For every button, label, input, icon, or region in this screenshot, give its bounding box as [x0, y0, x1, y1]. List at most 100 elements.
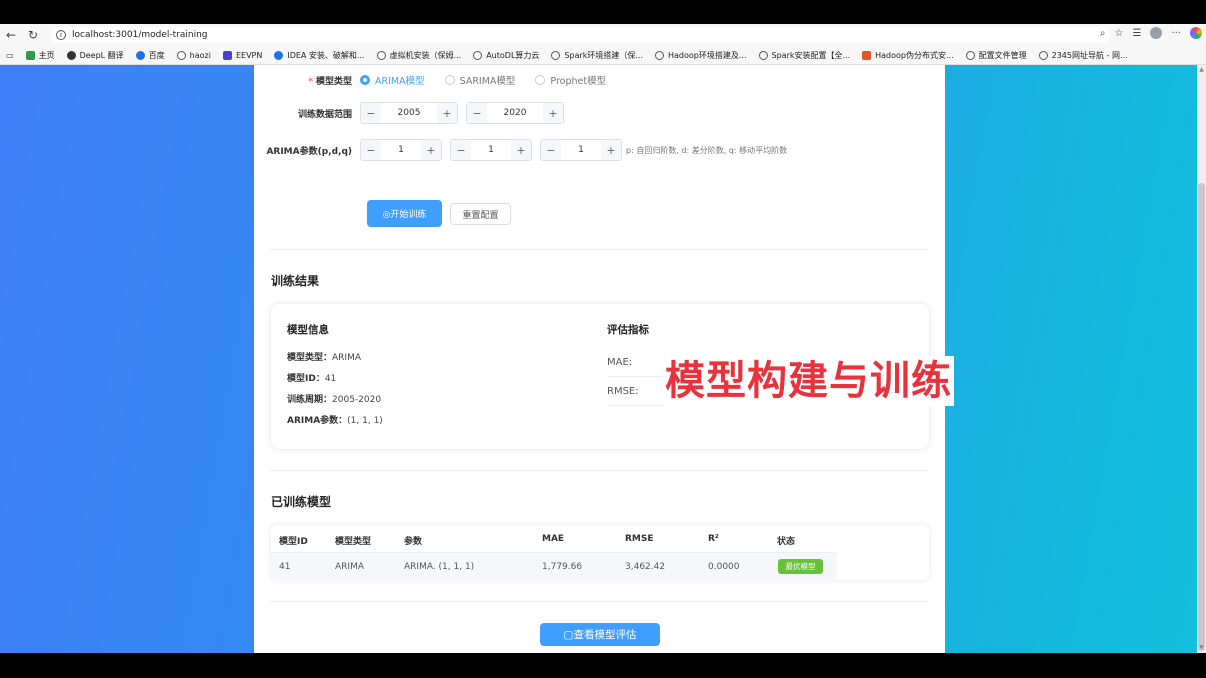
- bookmark-item[interactable]: Spark安装配置【全...: [758, 50, 850, 61]
- radio-arima[interactable]: ARIMA模型: [360, 73, 425, 87]
- start-training-button[interactable]: ◎开始训练: [367, 200, 442, 227]
- cell-rmse: 3,462.42: [625, 562, 666, 572]
- copilot-icon[interactable]: [1190, 27, 1202, 39]
- col-header: MAE: [542, 534, 565, 544]
- metric-mae-label: MAE:: [607, 357, 633, 368]
- bookmark-item[interactable]: Hadoop环境搭建及...: [655, 50, 747, 61]
- col-header: 模型类型: [335, 537, 372, 547]
- browser-toolbar-icons: ⌕ ☆ ☰ ···: [1100, 27, 1202, 39]
- cell-mae: 1,779.66: [542, 562, 583, 572]
- plus-icon[interactable]: +: [511, 140, 531, 160]
- star-icon[interactable]: ☆: [1115, 28, 1124, 39]
- params-label: ARIMA参数(p,d,q): [266, 146, 352, 157]
- range-end-value[interactable]: 2020: [487, 108, 543, 118]
- bookmark-item[interactable]: 百度: [135, 50, 165, 61]
- scroll-up-icon[interactable]: ▲: [1198, 67, 1205, 73]
- radio-dot: [535, 75, 546, 85]
- bookmark-item[interactable]: AutoDL算力云: [473, 50, 539, 61]
- plus-icon[interactable]: +: [601, 140, 621, 160]
- bookmarks-bar: ▭ 主页 DeepL 翻译 百度 haozi EEVPN IDEA 安装、破解和…: [0, 46, 1206, 65]
- refresh-icon[interactable]: ↻: [22, 24, 44, 46]
- col-header: R²: [708, 534, 719, 544]
- url-text: localhost:3001/model-training: [72, 30, 208, 40]
- d-stepper[interactable]: − 1 +: [450, 139, 532, 161]
- trained-models-title: 已训练模型: [271, 495, 332, 509]
- plus-icon[interactable]: +: [543, 103, 563, 123]
- bookmark-item[interactable]: Spark环境搭建（保...: [551, 50, 643, 61]
- q-value[interactable]: 1: [561, 145, 601, 155]
- bookmark-item[interactable]: 2345网址导航 - 网...: [1038, 50, 1128, 61]
- back-icon[interactable]: ←: [0, 24, 22, 46]
- minus-icon[interactable]: −: [467, 103, 487, 123]
- sidebar-toggle-icon[interactable]: ▭: [6, 51, 14, 60]
- bookmark-item[interactable]: DeepL 翻译: [66, 50, 124, 61]
- view-evaluation-button[interactable]: ▢查看模型评估: [540, 623, 660, 646]
- profile-avatar[interactable]: [1150, 27, 1163, 39]
- globe-icon: [965, 50, 975, 60]
- trained-models-table: 模型ID 模型类型 参数 MAE RMSE R² 状态 41 ARIMA ARI…: [271, 525, 929, 580]
- range-start-stepper[interactable]: − 2005 +: [360, 102, 458, 124]
- model-type-label: * 模型类型: [308, 76, 352, 87]
- q-stepper[interactable]: − 1 +: [540, 139, 622, 161]
- metric-rmse-label: RMSE:: [607, 386, 639, 397]
- info-icon[interactable]: i: [56, 30, 66, 40]
- scroll-down-icon[interactable]: ▼: [1198, 645, 1205, 651]
- info-period: 训练周期：2005-2020: [287, 395, 382, 405]
- info-model-id: 模型ID：41: [287, 374, 337, 384]
- radio-dot: [444, 75, 455, 85]
- page-scrollbar[interactable]: ▲ ▼: [1197, 65, 1206, 653]
- bookmark-item[interactable]: Hadoop伪分布式安...: [862, 50, 954, 61]
- browser-window: ← ↻ i localhost:3001/model-training ⌕ ☆ …: [0, 24, 1206, 653]
- zoom-icon[interactable]: ⌕: [1100, 28, 1106, 39]
- video-caption-overlay: 模型构建与训练: [663, 356, 954, 406]
- scrollbar-thumb[interactable]: [1198, 183, 1205, 651]
- favorites-icon[interactable]: ☰: [1132, 28, 1141, 39]
- model-type-row: * 模型类型 ARIMA模型 SARIMA模型 Prophet模型: [254, 71, 626, 89]
- globe-icon: [376, 50, 386, 60]
- globe-icon: [758, 50, 768, 60]
- range-start-value[interactable]: 2005: [381, 108, 437, 118]
- col-header: 状态: [777, 537, 796, 547]
- bookmark-icon: [25, 50, 35, 60]
- url-field[interactable]: i localhost:3001/model-training: [50, 27, 1110, 43]
- cell-r2: 0.0000: [708, 562, 740, 572]
- minus-icon[interactable]: −: [361, 103, 381, 123]
- globe-icon: [655, 50, 665, 60]
- p-value[interactable]: 1: [381, 145, 421, 155]
- range-end-stepper[interactable]: − 2020 +: [466, 102, 564, 124]
- bookmark-item[interactable]: IDEA 安装、破解和...: [274, 50, 365, 61]
- minus-icon[interactable]: −: [361, 140, 381, 160]
- divider: [270, 249, 929, 250]
- radio-prophet[interactable]: Prophet模型: [535, 73, 606, 87]
- bookmark-icon: [66, 50, 76, 60]
- d-value[interactable]: 1: [471, 145, 511, 155]
- bookmark-item[interactable]: 虚拟机安装（保姆...: [376, 50, 461, 61]
- info-arima-params: ARIMA参数：(1, 1, 1): [287, 416, 383, 426]
- bookmark-item[interactable]: EEVPN: [222, 50, 262, 60]
- cell-type: ARIMA: [335, 562, 364, 572]
- p-stepper[interactable]: − 1 +: [360, 139, 442, 161]
- bookmark-item[interactable]: haozi: [176, 50, 211, 60]
- info-model-type: 模型类型：ARIMA: [287, 353, 362, 363]
- plus-icon[interactable]: +: [421, 140, 441, 160]
- range-label: 训练数据范围: [297, 109, 352, 120]
- bookmark-icon: [135, 50, 145, 60]
- radio-sarima[interactable]: SARIMA模型: [444, 73, 515, 87]
- globe-icon: [176, 50, 186, 60]
- col-header: RMSE: [625, 534, 654, 544]
- results-title: 训练结果: [271, 274, 320, 288]
- plus-icon[interactable]: +: [437, 103, 457, 123]
- divider: [270, 601, 929, 602]
- address-bar-row: ← ↻ i localhost:3001/model-training ⌕ ☆ …: [0, 24, 1206, 46]
- globe-icon: [1038, 50, 1048, 60]
- minus-icon[interactable]: −: [541, 140, 561, 160]
- cell-params: ARIMA. (1, 1, 1): [404, 562, 475, 572]
- globe-icon: [551, 50, 561, 60]
- bookmark-item[interactable]: 主页: [25, 50, 55, 61]
- more-icon[interactable]: ···: [1171, 28, 1181, 39]
- minus-icon[interactable]: −: [451, 140, 471, 160]
- bookmark-item[interactable]: 配置文件管理: [965, 50, 1027, 61]
- training-card: * 模型类型 ARIMA模型 SARIMA模型 Prophet模型 训练数据范围 …: [254, 65, 954, 653]
- reset-config-button[interactable]: 重置配置: [450, 203, 511, 225]
- col-header: 模型ID: [279, 537, 308, 547]
